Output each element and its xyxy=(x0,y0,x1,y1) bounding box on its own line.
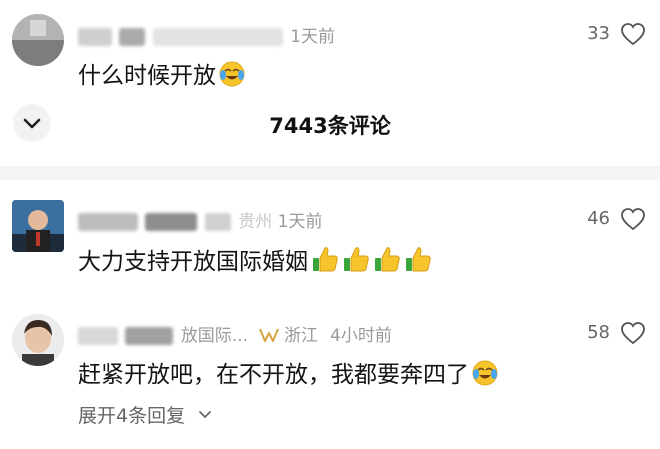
chevron-down-icon xyxy=(199,411,212,419)
avatar-image xyxy=(12,314,64,366)
blurred-username xyxy=(78,28,112,46)
blurred-username xyxy=(204,213,231,231)
section-divider xyxy=(0,166,660,180)
comment-count: 7443条评论 xyxy=(269,114,391,138)
like-count: 46 xyxy=(587,208,610,229)
thumbs-up-emoji xyxy=(373,245,401,279)
comment-meta: 放国际... 浙江 4小时前 xyxy=(78,321,392,346)
comment-time: 1天前 xyxy=(277,212,323,232)
comment-meta: 贵州 1天前 xyxy=(78,207,322,232)
comment-text: 赶紧开放吧，在不开放，我都要奔四了 xyxy=(78,355,498,392)
comment-meta: 1天前 xyxy=(78,22,335,47)
comment-text: 大力支持开放国际婚姻 xyxy=(78,242,432,279)
thumbs-up-emoji xyxy=(311,245,339,279)
comments-page: 1天前 什么时候开放 33 7443条评论 贵州 1天前 大力支持开放国际婚姻 … xyxy=(0,0,660,449)
blurred-username xyxy=(152,28,283,46)
heart-icon[interactable] xyxy=(620,207,646,231)
comment-location: 浙江 xyxy=(284,326,319,346)
blurred-username xyxy=(119,28,146,46)
avatar-image xyxy=(12,200,64,252)
avatar[interactable] xyxy=(12,14,64,66)
comment-time: 1天前 xyxy=(290,27,336,47)
expand-replies-button[interactable]: 展开4条回复 xyxy=(78,401,213,428)
crying-laughing-emoji xyxy=(472,360,498,392)
crying-laughing-emoji xyxy=(219,61,245,93)
avatar-image xyxy=(12,14,64,66)
comment-time: 4小时前 xyxy=(330,326,392,346)
vip-badge-icon xyxy=(259,328,279,342)
comment-count-bar: 7443条评论 xyxy=(0,92,660,154)
expand-replies-label: 展开4条回复 xyxy=(78,405,186,427)
like-count: 58 xyxy=(587,322,610,343)
heart-icon[interactable] xyxy=(620,22,646,46)
blurred-username xyxy=(78,213,138,231)
thumbs-up-emoji xyxy=(404,245,432,279)
blurred-username xyxy=(145,213,198,231)
comment-text: 什么时候开放 xyxy=(78,56,245,93)
heart-icon[interactable] xyxy=(620,321,646,345)
like-count: 33 xyxy=(587,23,610,44)
avatar[interactable] xyxy=(12,314,64,366)
comment-handle-fragment: 放国际... xyxy=(180,326,249,346)
avatar[interactable] xyxy=(12,200,64,252)
blurred-username xyxy=(125,327,174,345)
comment-location: 贵州 xyxy=(238,212,273,232)
blurred-username xyxy=(78,327,118,345)
thumbs-up-emoji xyxy=(342,245,370,279)
